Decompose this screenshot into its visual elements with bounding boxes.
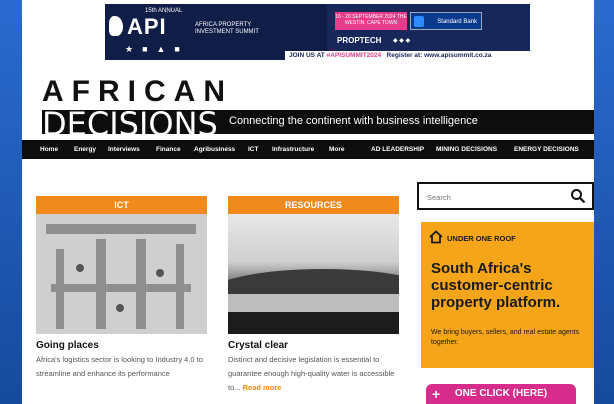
ad-heading: UNDER ONE ROOF: [447, 234, 516, 243]
api-logo: API: [127, 14, 167, 39]
nav-item-ad-leadership[interactable]: AD LEADERSHIP: [371, 146, 424, 153]
nav-item-finance[interactable]: Finance: [156, 146, 181, 153]
article-description: Africa's logistics sector is looking to …: [36, 355, 203, 378]
page: 15th ANNUAL API AFRICA PROPERTY INVESTME…: [22, 0, 594, 404]
page-background-left: [0, 0, 22, 404]
nav-item-home[interactable]: Home: [40, 146, 58, 153]
article-description: Distinct and decisive legislation is ess…: [228, 353, 399, 395]
search-box: [417, 182, 594, 210]
nav-item-energy-decisions[interactable]: ENERGY DECISIONS: [514, 146, 579, 153]
nav-item-energy[interactable]: Energy: [74, 146, 96, 153]
read-more-link[interactable]: Read more: [243, 383, 282, 392]
search-input[interactable]: [427, 191, 557, 203]
article-card-ict[interactable]: ICT Going places Africa's logistics sect…: [36, 196, 207, 381]
africa-map-icon: [109, 16, 123, 36]
page-background-right: [594, 0, 614, 404]
tagline-bar: Connecting the continent with business i…: [217, 110, 594, 134]
property-icons: ★■▲■: [125, 44, 189, 54]
article-category[interactable]: ICT: [36, 196, 207, 214]
nav-item-mining-decisions[interactable]: MINING DECISIONS: [436, 146, 497, 153]
ad-title: South Africa's customer-centric property…: [431, 260, 561, 311]
one-click-button[interactable]: + ONE CLICK (HERE): [426, 384, 576, 404]
nav-item-ict[interactable]: ICT: [248, 146, 258, 153]
article-image-dam[interactable]: [228, 214, 399, 334]
article-card-resources[interactable]: RESOURCES Crystal clear Distinct and dec…: [228, 196, 399, 395]
one-click-label: ONE CLICK (HERE): [454, 388, 548, 399]
site-tagline: Connecting the continent with business i…: [229, 115, 478, 127]
main-nav: Home Energy Interviews Finance Agribusin…: [22, 140, 594, 159]
banner-register-line[interactable]: JOIN US AT #APISUMMIT2024 Register at: w…: [285, 51, 530, 60]
nav-item-agribusiness[interactable]: Agribusiness: [194, 146, 235, 153]
article-category[interactable]: RESOURCES: [228, 196, 399, 214]
nav-item-more[interactable]: More: [329, 146, 345, 153]
sponsor-badge: Standard Bank: [410, 12, 482, 30]
banner-hashtag: #APISUMMIT2024: [326, 52, 382, 59]
sponsor-name: Standard Bank: [437, 19, 477, 25]
site-logo-top[interactable]: AFRICAN: [42, 77, 233, 107]
banner-subtitle: AFRICA PROPERTY INVESTMENT SUMMIT: [195, 22, 259, 35]
plus-icon: +: [432, 386, 441, 402]
article-title[interactable]: Going places: [36, 340, 207, 351]
property-platform-ad[interactable]: UNDER ONE ROOF South Africa's customer-c…: [421, 222, 594, 368]
banner-dates: 16 - 20 SEPTEMBER 2024 THE WESTIN, CAPE …: [335, 12, 407, 30]
article-title[interactable]: Crystal clear: [228, 340, 399, 351]
banner-register-link[interactable]: Register at: www.apisummit.co.za: [387, 52, 492, 59]
nav-item-infrastructure[interactable]: Infrastructure: [272, 146, 314, 153]
standard-bank-icon: [414, 16, 424, 27]
search-icon[interactable]: [570, 188, 586, 204]
logo-bar[interactable]: DECISIONS: [42, 105, 220, 143]
house-icon: [429, 230, 443, 244]
article-image-logistics[interactable]: [36, 214, 207, 334]
partner-logos: ◆ ◆ ◆: [393, 38, 411, 44]
ad-subtitle: We bring buyers, sellers, and real estat…: [431, 329, 580, 346]
nav-item-interviews[interactable]: Interviews: [108, 146, 140, 153]
api-summit-banner[interactable]: 15th ANNUAL API AFRICA PROPERTY INVESTME…: [105, 4, 530, 60]
site-logo-bottom: DECISIONS: [42, 105, 218, 143]
banner-join-text: JOIN US AT: [289, 52, 325, 59]
proptech-logo: PROPTECH: [337, 36, 382, 45]
